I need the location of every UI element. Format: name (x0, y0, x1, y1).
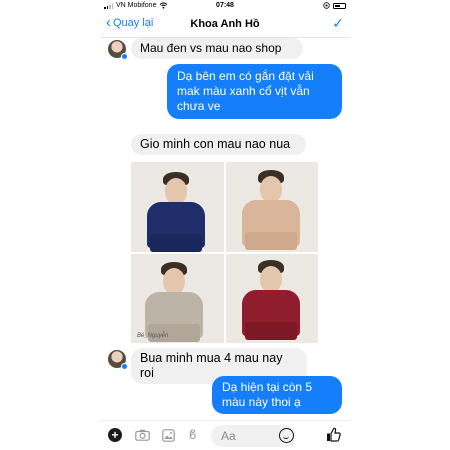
gallery-icon[interactable] (162, 429, 175, 442)
composer-bar: + ϐ Aa (100, 420, 350, 450)
messenger-screen: VN Mobifone 07:48 ‹ Quay lại Khoa Anh Hồ… (100, 0, 350, 450)
photo-watermark: Bé_Nguyễn (137, 333, 169, 339)
conversation-header: ‹ Quay lại Khoa Anh Hồ ✓ (100, 12, 350, 38)
messenger-badge-icon (121, 363, 128, 370)
photo-figure (259, 265, 282, 292)
contact-name[interactable]: Khoa Anh Hồ (100, 18, 350, 30)
location-icon (323, 2, 330, 9)
pajama-shorts (150, 234, 202, 252)
product-photo-grid[interactable]: Bé_Nguyễn (131, 162, 318, 343)
battery-icon (333, 2, 346, 9)
outgoing-message[interactable]: Dạ hiện tại còn 5 màu này thoi ạ (212, 376, 342, 414)
voice-icon[interactable]: ϐ (189, 427, 196, 442)
photo-navy-pajamas[interactable] (131, 162, 224, 252)
like-icon[interactable] (326, 427, 341, 442)
photo-beige-pajamas[interactable] (225, 162, 318, 252)
status-right (323, 2, 346, 9)
message-input[interactable]: Aa (211, 425, 296, 447)
checkmark-icon[interactable]: ✓ (332, 15, 344, 32)
message-input-placeholder: Aa (221, 429, 236, 443)
photo-grey-pajamas[interactable]: Bé_Nguyễn (131, 253, 224, 343)
contact-avatar[interactable] (108, 350, 128, 370)
status-bar: VN Mobifone 07:48 (100, 0, 350, 12)
messenger-badge-icon (121, 53, 128, 60)
pajama-shorts (244, 321, 297, 340)
camera-icon[interactable] (135, 429, 150, 441)
emoji-icon[interactable] (279, 428, 294, 443)
status-time: 07:48 (216, 2, 234, 9)
incoming-message[interactable]: Gio minh con mau nao nua (131, 134, 306, 155)
outgoing-message[interactable]: Dạ bên em có gắn đặt vải mak màu xanh cổ… (167, 64, 342, 119)
contact-avatar[interactable] (108, 40, 128, 60)
photo-figure (165, 178, 187, 204)
incoming-message[interactable]: Mau đen vs mau nao shop (131, 38, 303, 59)
plus-icon[interactable]: + (108, 428, 122, 442)
pajama-shorts (244, 232, 297, 250)
photo-figure (259, 176, 282, 202)
photo-figure (163, 267, 185, 294)
photo-burgundy-pajamas[interactable] (225, 253, 318, 343)
